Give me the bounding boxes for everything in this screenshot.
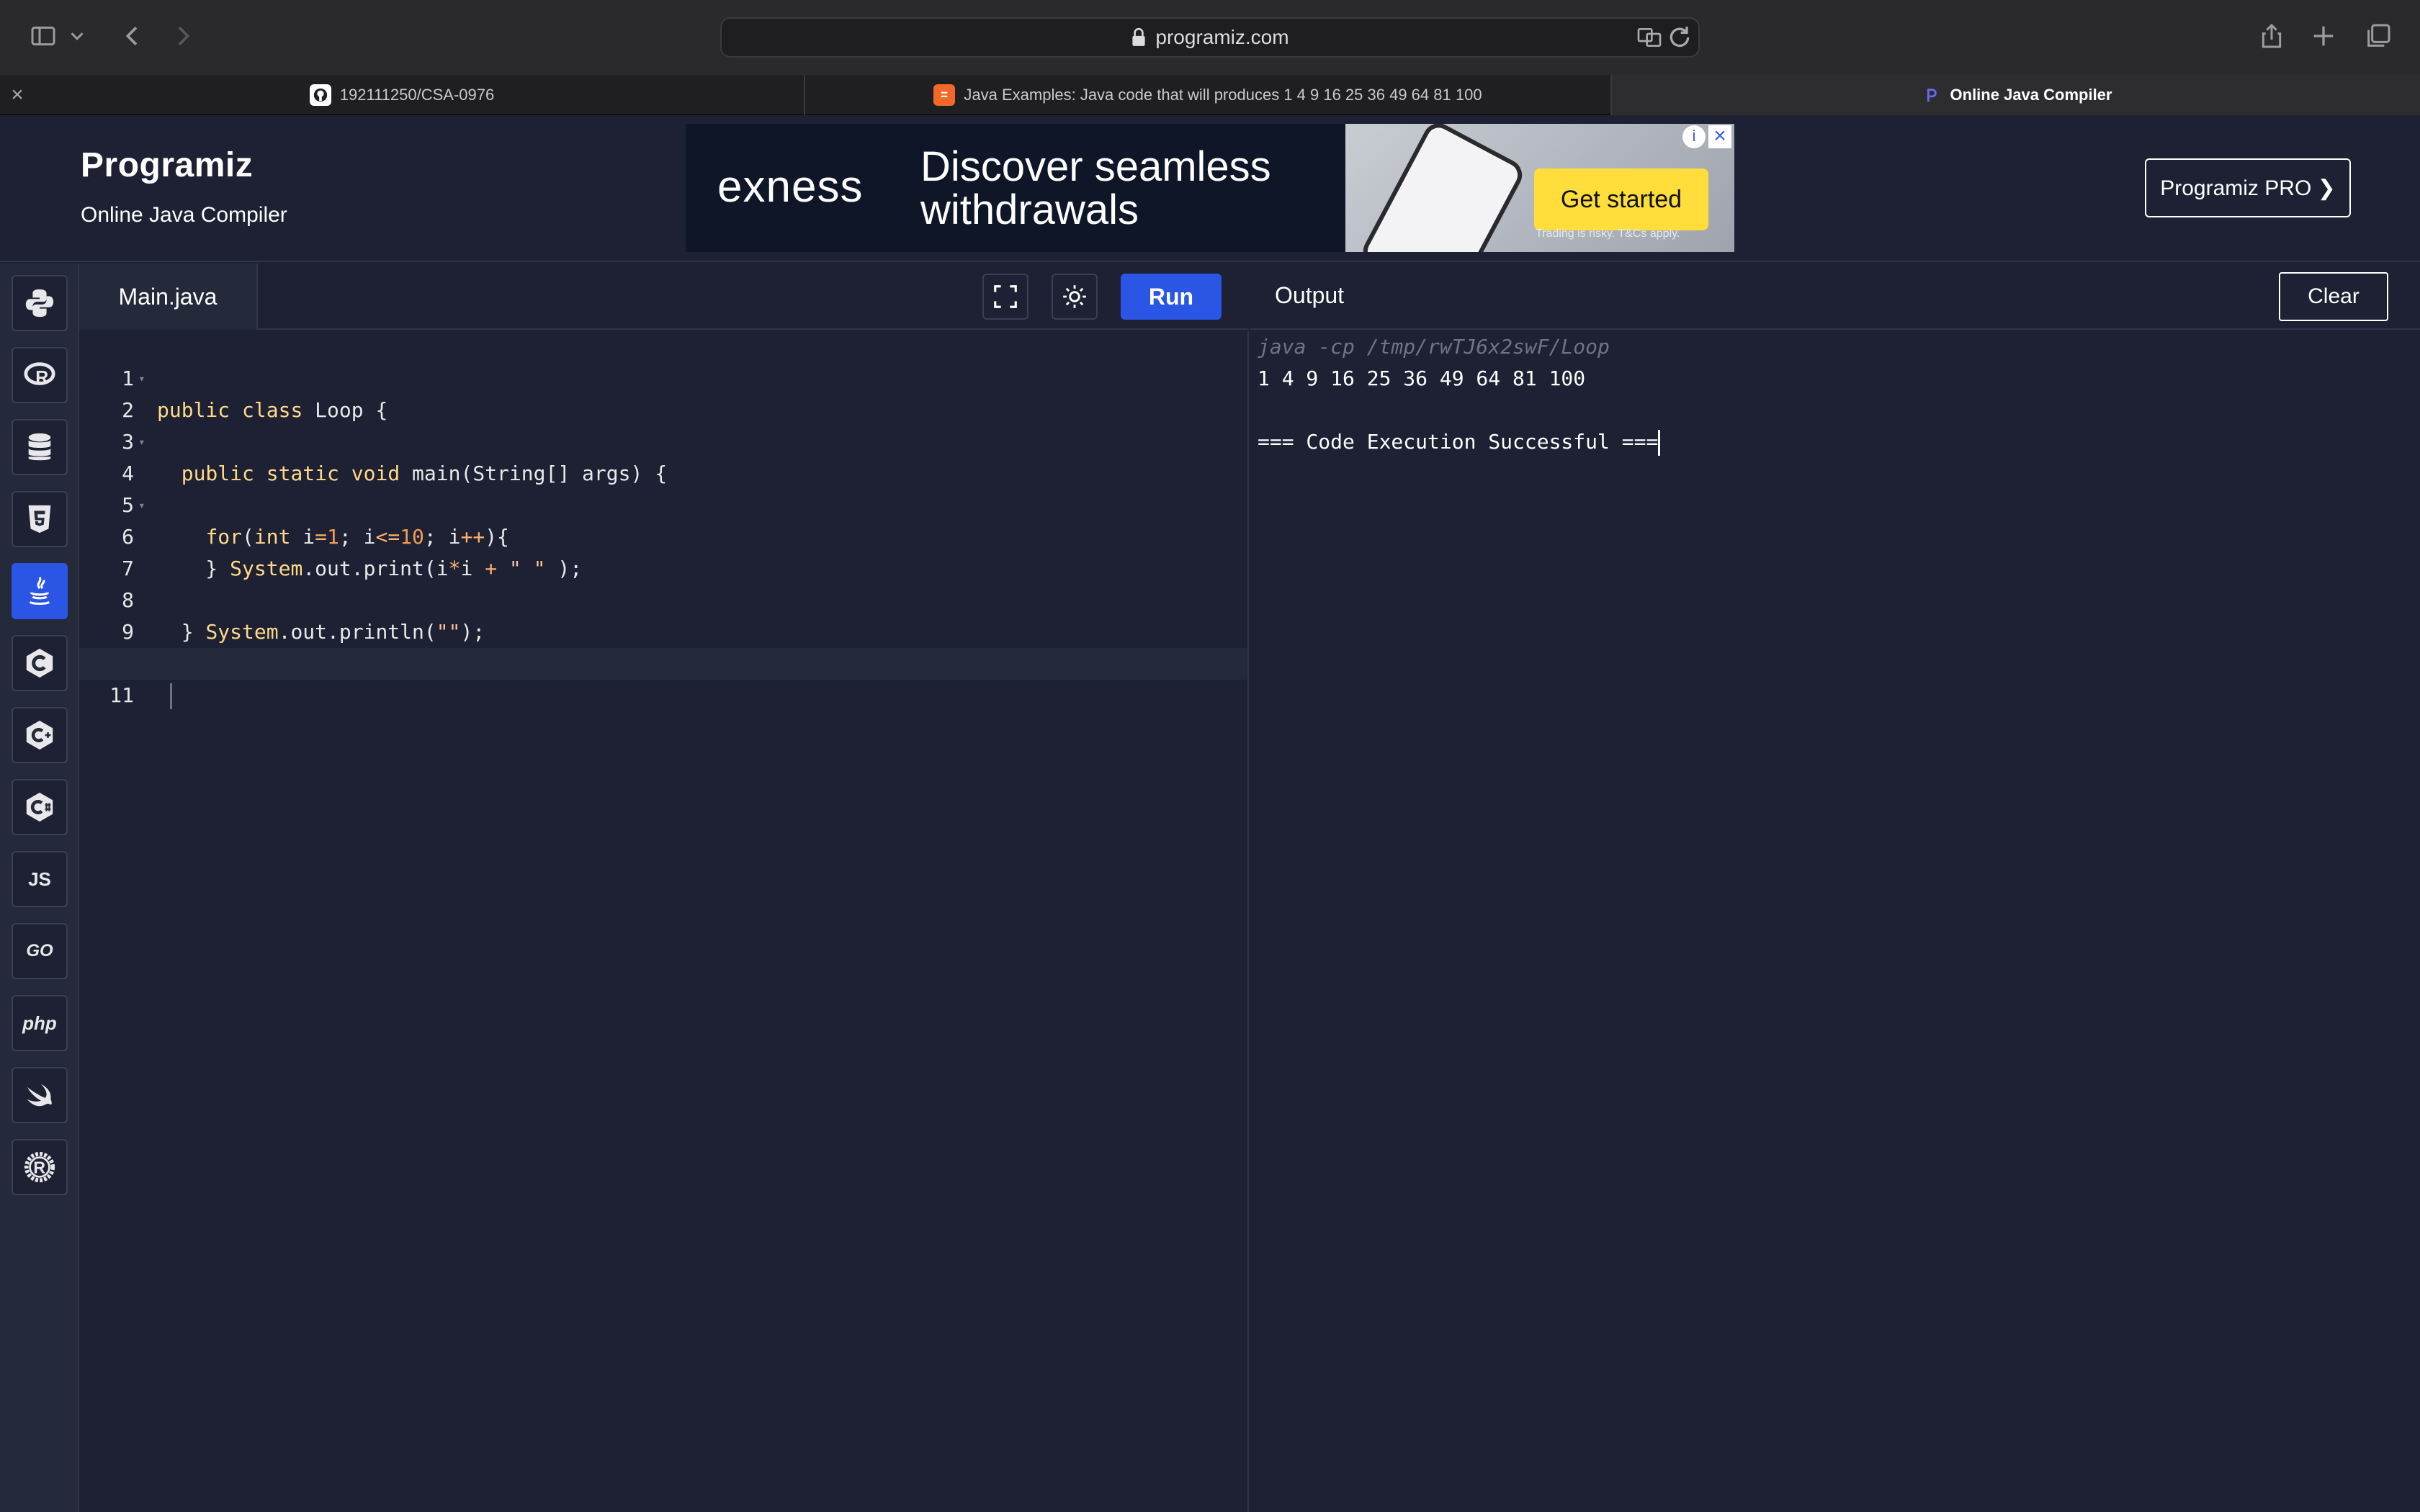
code-line: 5 ▾ for(int i=1; i<=10; i++){ — [79, 458, 1247, 549]
tab-label: 192111250/CSA-0976 — [339, 86, 495, 104]
output-result: 1 4 9 16 25 36 49 64 81 100 — [1258, 366, 1586, 390]
editor-toolbar: Main.java Run — [79, 264, 1249, 330]
tab-java-examples[interactable]: Java Examples: Java code that will produ… — [805, 75, 1612, 115]
address-bar[interactable]: programiz.com — [720, 17, 1700, 58]
r-icon[interactable]: R — [12, 347, 68, 403]
ad-info-icon[interactable]: i — [1682, 125, 1706, 148]
output-toolbar: Output Clear — [1250, 264, 2420, 330]
php-icon[interactable]: php — [12, 995, 68, 1051]
output-console[interactable]: java -cp /tmp/rwTJ6x2swF/Loop 1 4 9 16 2… — [1250, 331, 2420, 1512]
ad-close-icon[interactable]: × — [1708, 125, 1731, 148]
lock-icon — [1132, 27, 1146, 46]
c-icon[interactable] — [12, 635, 68, 691]
code-line: 7 } — [122, 557, 218, 580]
share-icon[interactable] — [2254, 19, 2289, 53]
github-icon — [309, 84, 331, 106]
javascript-icon[interactable]: JS — [12, 851, 68, 907]
code-line: 1 ▾ public class Loop { — [79, 331, 1247, 422]
file-tab-main-java[interactable]: Main.java — [79, 264, 258, 330]
code-editor[interactable]: 1 ▾ public class Loop { 2 3 ▾ public stati… — [79, 331, 1249, 1512]
ad-disclaimer: Trading is risky. T&Cs apply. — [1536, 228, 1680, 240]
programiz-logo[interactable]: Programiz — [81, 145, 253, 185]
advertisement-banner[interactable]: exness Discover seamless withdrawals Get… — [686, 124, 1734, 252]
rust-icon[interactable]: R — [12, 1139, 68, 1195]
code-line: 3 ▾ public static void main(String[] args… — [79, 395, 1247, 485]
programiz-icon — [1920, 84, 1942, 106]
ad-get-started-button[interactable]: Get started — [1534, 168, 1708, 230]
code-line: 10} — [79, 616, 1247, 675]
code-line-current: 11 — [79, 648, 1247, 709]
browser-toolbar: programiz.com — [0, 0, 2420, 75]
sidebar-toggle-icon[interactable] — [26, 19, 60, 53]
html5-icon[interactable] — [12, 491, 68, 547]
new-tab-icon[interactable] — [2306, 19, 2341, 53]
theme-toggle-sun-icon[interactable] — [1052, 274, 1098, 320]
text-cursor — [1658, 430, 1661, 456]
site-header: Programiz Online Java Compiler exness Di… — [0, 115, 2420, 262]
chevron-down-icon[interactable] — [66, 19, 88, 53]
output-status-text: === Code Execution Successful === — [1258, 430, 1659, 454]
tab-overview-icon[interactable] — [2361, 19, 2396, 53]
blogger-icon — [933, 84, 956, 106]
code-line: 4 — [122, 462, 134, 485]
tab-label: Java Examples: Java code that will produ… — [964, 86, 1482, 104]
fullscreen-icon[interactable] — [982, 274, 1028, 320]
programiz-pro-button[interactable]: Programiz PRO ❯ — [2145, 158, 2351, 217]
code-line: 8 System.out.println(""); — [122, 588, 485, 644]
back-icon[interactable] — [115, 19, 150, 53]
run-button[interactable]: Run — [1121, 274, 1222, 320]
url-text: programiz.com — [1155, 26, 1289, 48]
tab-label: Online Java Compiler — [1950, 86, 2112, 104]
go-icon[interactable]: GO — [12, 923, 68, 979]
language-sidebar: R JS GO php R — [0, 264, 79, 1512]
page-subtitle: Online Java Compiler — [81, 203, 287, 227]
database-icon[interactable] — [12, 419, 68, 475]
csharp-icon[interactable] — [12, 779, 68, 835]
ad-headline: Discover seamless — [920, 143, 1271, 190]
reload-icon[interactable] — [1665, 23, 1694, 52]
output-title: Output — [1275, 282, 1345, 308]
forward-icon[interactable] — [166, 19, 200, 53]
ad-headline: withdrawals — [920, 186, 1139, 233]
tab-github[interactable]: 192111250/CSA-0976 — [0, 75, 805, 115]
output-status: === Code Execution Successful === — [1258, 426, 1661, 458]
svg-text:R: R — [33, 1158, 45, 1177]
output-command: java -cp /tmp/rwTJ6x2swF/Loop — [1258, 335, 1610, 359]
code-line: 2 — [122, 398, 134, 422]
svg-text:R: R — [35, 368, 48, 388]
tab-bar: × 192111250/CSA-0976 Java Examples: Java… — [0, 75, 2420, 115]
code-line: 9 } — [122, 620, 194, 644]
ad-brand: exness — [717, 162, 864, 212]
clear-button[interactable]: Clear — [2279, 272, 2388, 321]
java-icon[interactable] — [12, 563, 68, 619]
translate-icon[interactable] — [1635, 23, 1664, 52]
swift-icon[interactable] — [12, 1067, 68, 1123]
python-icon[interactable] — [12, 275, 68, 331]
text-cursor — [170, 683, 172, 709]
tab-online-java-compiler[interactable]: Online Java Compiler — [1612, 75, 2420, 115]
cpp-icon[interactable] — [12, 707, 68, 763]
code-line: 6 System.out.print(i*i + " " ); — [122, 525, 583, 580]
